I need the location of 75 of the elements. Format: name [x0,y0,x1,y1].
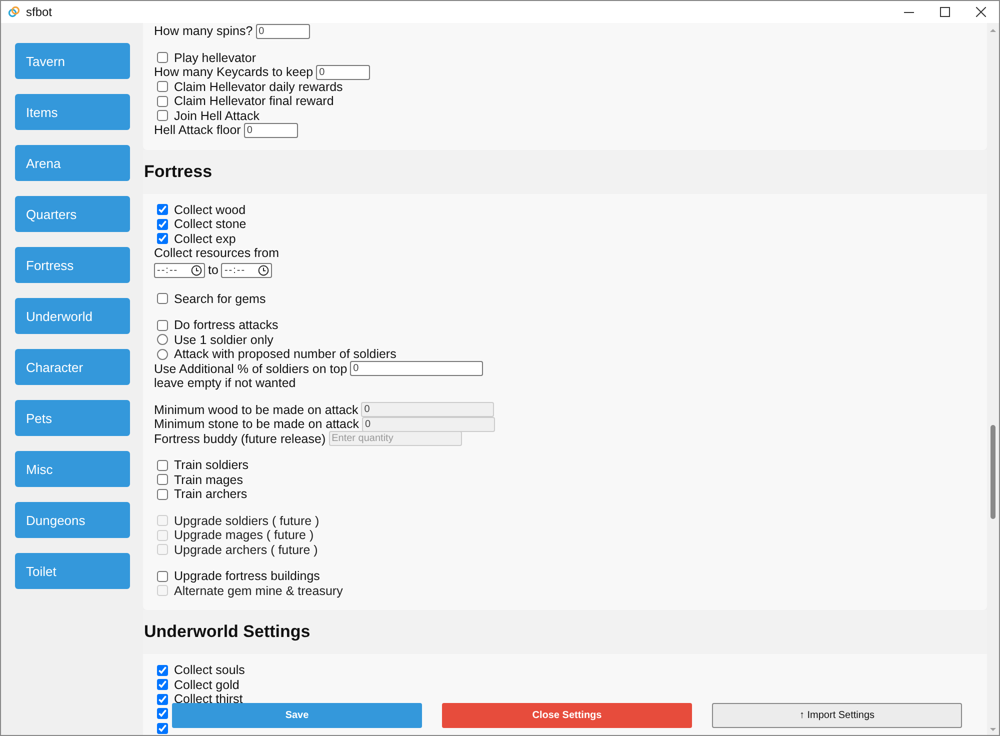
checkbox[interactable] [157,96,168,107]
radio-label: Use 1 soldier only [174,332,274,347]
checkbox[interactable] [157,204,168,216]
checkbox-label: Upgrade soldiers ( future ) [174,514,320,528]
input-field[interactable]: 0 [316,64,370,80]
nav-button[interactable]: Toilet [15,553,130,589]
field-label: Hell Attack floor [154,123,241,138]
field-label: Use Additional % of soldiers on top [154,362,348,376]
input-field[interactable]: 0 [350,361,484,376]
field-label: Minimum stone to be made on attack [154,417,359,432]
nav-button[interactable]: Pets [15,400,130,436]
checkbox-label: Train mages [174,472,244,487]
checkbox[interactable] [157,694,168,705]
checkbox[interactable] [157,488,168,500]
field-label: Minimum wood to be made on attack [154,402,358,417]
checkbox-label: Upgrade mages ( future ) [174,528,314,542]
checkbox-label: Claim Hellevator final reward [174,94,334,108]
checkbox[interactable] [157,233,168,244]
checkbox-label: Train soldiers [174,458,249,472]
separator-text: to [208,263,218,277]
checkbox-label: Collect souls [174,663,245,678]
checkbox-label: Collect wood [174,202,246,217]
checkbox-label: Alternate gem mine & treasury [174,584,343,598]
checkbox-label: Play hellevator [174,50,256,65]
time-field[interactable]: --:-- [154,262,205,278]
checkbox-label: Join Hell Attack [174,108,260,123]
checkbox[interactable] [157,664,168,676]
clock-icon [258,264,270,276]
checkbox-label: Collect stone [174,217,246,232]
nav-button[interactable]: Fortress [15,247,130,283]
label-text: Collect resources from [154,246,280,260]
checkbox[interactable] [157,81,168,92]
field-label: Fortress buddy (future release) [154,432,326,446]
checkbox[interactable] [157,218,168,230]
radio-button[interactable] [157,348,168,360]
radio-button[interactable] [157,334,168,346]
clock-icon [191,264,202,276]
checkbox-label: Train archers [174,487,248,502]
input-field[interactable]: 0 [256,24,310,39]
checkbox[interactable] [157,474,168,486]
checkbox[interactable] [157,679,168,690]
radio-label: Attack with proposed number of soldiers [174,347,396,362]
nav-button[interactable]: Underworld [15,298,130,334]
label-text: leave empty if not wanted [154,376,296,390]
footer-button[interactable]: ↑ Import Settings [712,703,962,728]
checkbox-label: Upgrade archers ( future ) [174,542,318,557]
checkbox[interactable] [157,110,168,122]
checkbox[interactable] [157,320,168,331]
app-logo-icon [8,6,20,18]
nav-button[interactable]: Misc [15,451,130,487]
checkbox-label: Claim Hellevator daily rewards [174,80,343,94]
checkbox[interactable] [157,570,168,582]
footer-button[interactable]: Save [172,703,422,728]
time-field[interactable]: --:-- [221,262,272,278]
nav-button[interactable]: Tavern [15,43,130,79]
window-title: sfbot [26,5,52,19]
checkbox-label: Search for gems [174,292,266,306]
nav-button[interactable]: Arena [15,145,130,181]
checkbox[interactable] [157,293,168,304]
checkbox[interactable] [157,708,168,720]
field-label: How many spins? [154,24,253,38]
checkbox[interactable] [157,460,168,471]
nav-button[interactable]: Character [15,349,130,385]
checkbox-label: Collect gold [174,678,240,692]
checkbox[interactable] [157,722,168,734]
checkbox-label: Do fortress attacks [174,318,278,332]
nav-button[interactable]: Items [15,94,130,130]
nav-button[interactable]: Dungeons [15,502,130,538]
footer-button[interactable]: Close Settings [442,703,692,728]
nav-button[interactable]: Quarters [15,196,130,232]
field-label: How many Keycards to keep [154,65,314,80]
checkbox[interactable] [157,52,168,64]
checkbox-label: Upgrade fortress buildings [174,569,320,584]
checkbox-label: Collect exp [174,232,236,246]
input-field[interactable]: 0 [244,122,298,138]
